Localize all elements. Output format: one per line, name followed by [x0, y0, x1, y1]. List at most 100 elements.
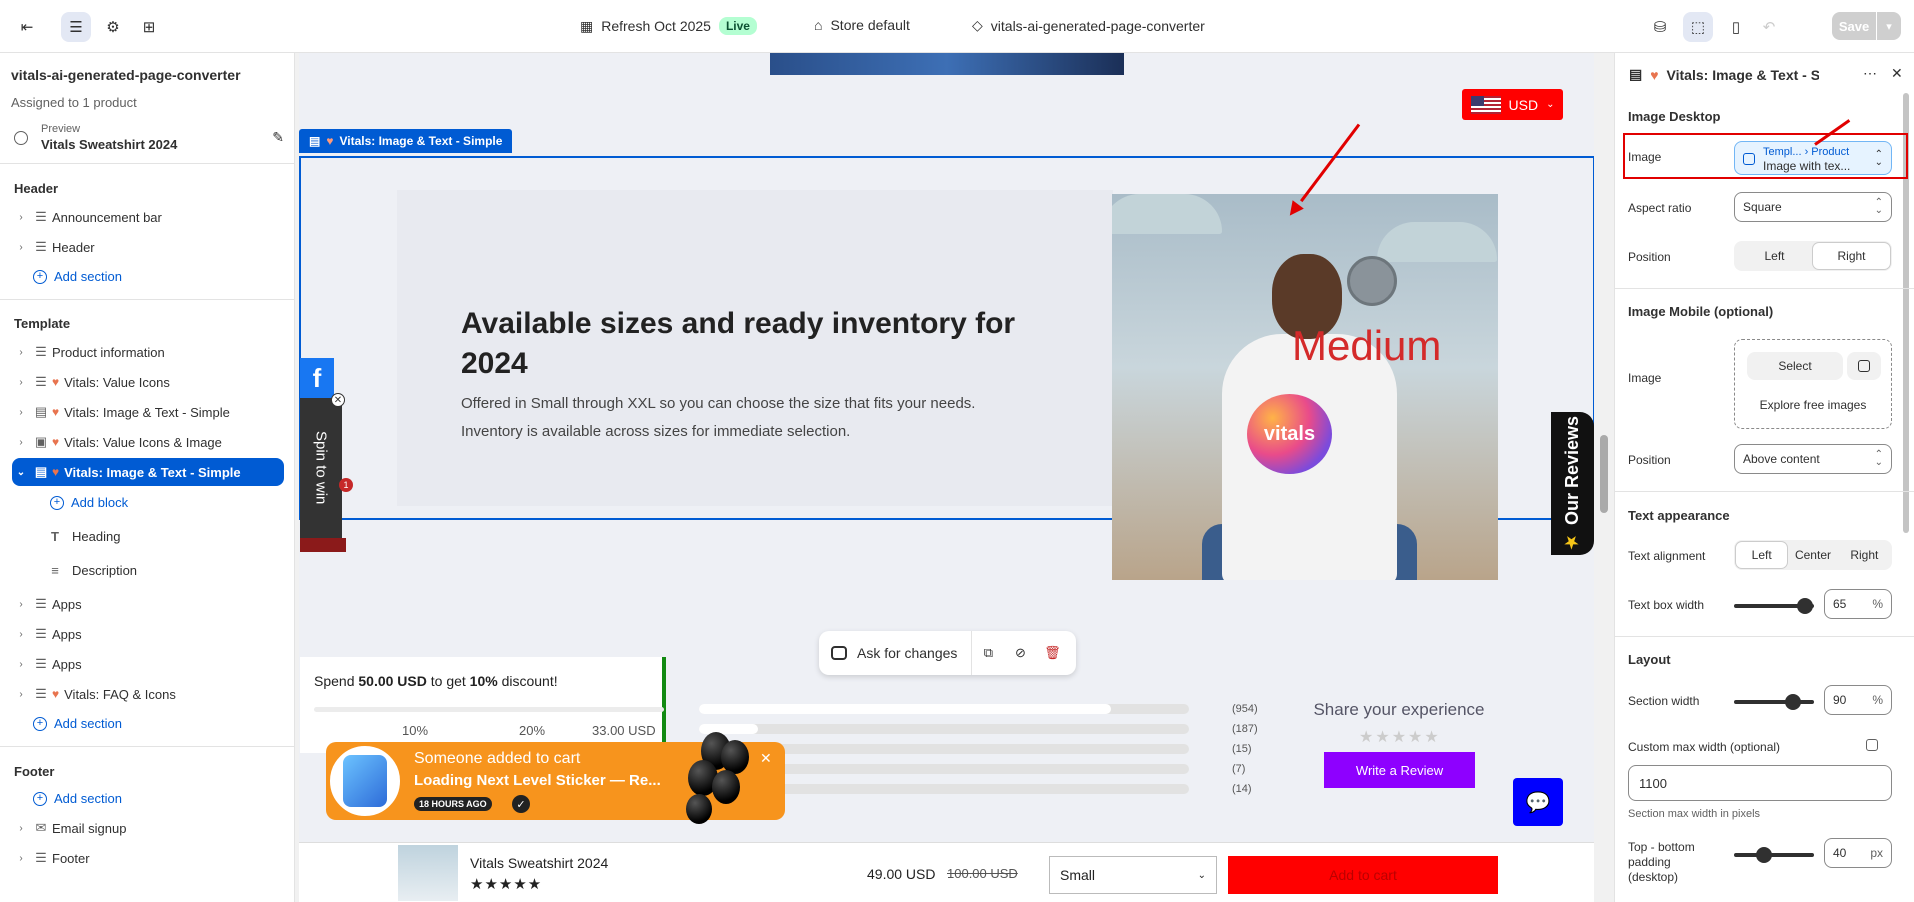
chevron-right-icon[interactable]: › — [12, 689, 30, 700]
explore-free-images-link[interactable]: Explore free images — [1735, 398, 1891, 412]
tree-item-vitals-value-icons-image[interactable]: › ▣ ♥ Vitals: Value Icons & Image — [12, 428, 284, 456]
close-icon[interactable]: ✕ — [760, 750, 772, 767]
chevron-right-icon[interactable]: › — [12, 823, 30, 834]
preview-canvas[interactable]: USD ⌄ ▤ ♥ Vitals: Image & Text - Simple … — [299, 53, 1594, 902]
chevron-right-icon[interactable]: › — [12, 853, 30, 864]
dynamic-source-button[interactable] — [1847, 352, 1881, 380]
tree-item-label: Email signup — [52, 820, 127, 836]
chevron-right-icon[interactable]: › — [12, 599, 30, 610]
tree-item-vitals-image-text-selected[interactable]: ⌄ ▤ ♥ Vitals: Image & Text - Simple — [12, 458, 284, 486]
add-section-template[interactable]: + Add section — [33, 716, 122, 731]
delete-icon[interactable]: 🗑 — [1036, 645, 1068, 661]
tree-item-product-information[interactable]: › ☰ Product information — [12, 338, 284, 366]
custom-max-width-help: Section max width in pixels — [1628, 808, 1761, 820]
section-heading[interactable]: Available sizes and ready inventory for … — [461, 304, 1021, 384]
tree-item-apps[interactable]: › ☰ Apps — [12, 650, 284, 678]
tree-item-email-signup[interactable]: › ✉ Email signup — [12, 814, 284, 842]
hide-icon[interactable]: ⊘ — [1004, 645, 1036, 661]
block-description[interactable]: ≡ Description — [48, 563, 137, 578]
heart-icon: ♥ — [326, 134, 334, 148]
tree-item-header[interactable]: › ☰ Header — [12, 233, 284, 261]
padding-slider[interactable] — [1734, 847, 1814, 863]
tag-icon: ◇ — [972, 17, 983, 33]
align-right[interactable]: Right — [1839, 542, 1890, 568]
clock-shape — [1347, 256, 1397, 306]
our-reviews-tab[interactable]: ★ Our Reviews — [1551, 412, 1594, 555]
select-image-button[interactable]: Select — [1747, 352, 1843, 380]
chevron-right-icon[interactable]: › — [12, 377, 30, 388]
tree-item-announcement-bar[interactable]: › ☰ Announcement bar — [12, 203, 284, 231]
align-center[interactable]: Center — [1787, 542, 1838, 568]
tree-item-vitals-value-icons[interactable]: › ☰ ♥ Vitals: Value Icons — [12, 368, 284, 396]
add-section-footer[interactable]: + Add section — [33, 791, 122, 806]
chevron-right-icon[interactable]: › — [12, 659, 30, 670]
currency-selector[interactable]: USD ⌄ — [1462, 89, 1563, 120]
close-icon[interactable]: ✕ — [1891, 65, 1903, 82]
tree-item-apps[interactable]: › ☰ Apps — [12, 590, 284, 618]
close-icon[interactable]: ✕ — [331, 393, 345, 407]
chat-icon[interactable]: 💬 — [1513, 778, 1563, 826]
product-image-top — [770, 53, 1124, 75]
text-box-width-input[interactable]: 65 % — [1824, 589, 1892, 619]
aspect-ratio-select[interactable]: Square ⌃ ⌄ — [1734, 192, 1892, 222]
facebook-icon[interactable]: f — [300, 358, 334, 398]
position-left[interactable]: Left — [1736, 243, 1813, 269]
canvas-scrollbar-thumb[interactable] — [1600, 435, 1608, 513]
add-to-cart-button[interactable]: Add to cart — [1228, 856, 1498, 894]
ask-for-changes-button[interactable]: Ask for changes — [819, 631, 973, 675]
tree-item-vitals-image-text[interactable]: › ▤ ♥ Vitals: Image & Text - Simple — [12, 398, 284, 426]
slider-knob[interactable] — [1797, 598, 1813, 614]
mobile-position-select[interactable]: Above content ⌃ ⌄ — [1734, 444, 1892, 474]
theme-selector[interactable]: ▦ Refresh Oct 2025 Live — [580, 17, 757, 35]
save-button[interactable]: Save — [1832, 12, 1876, 40]
tree-item-apps[interactable]: › ☰ Apps — [12, 620, 284, 648]
size-select[interactable]: Small ⌄ — [1049, 856, 1217, 894]
more-icon[interactable]: ⋯ — [1863, 65, 1877, 82]
apps-icon[interactable]: ⊞ — [134, 12, 164, 42]
selected-section[interactable]: Available sizes and ready inventory for … — [299, 156, 1594, 580]
pencil-icon[interactable]: ✎ — [272, 129, 284, 146]
chevron-right-icon[interactable]: › — [12, 212, 30, 223]
preview-selector[interactable]: Preview Vitals Sweatshirt 2024 ✎ — [14, 121, 284, 161]
section-description[interactable]: Offered in Small through XXL so you can … — [461, 390, 1021, 446]
rating-stars-input[interactable]: ★★★★★ — [1359, 727, 1441, 747]
cart-toast[interactable]: Someone added to cart Loading Next Level… — [326, 732, 785, 824]
custom-max-width-input[interactable]: 1100 — [1628, 765, 1892, 801]
chevron-right-icon[interactable]: › — [12, 242, 30, 253]
add-block[interactable]: + Add block — [50, 495, 128, 510]
slider-knob[interactable] — [1785, 694, 1801, 710]
chevron-right-icon[interactable]: › — [12, 347, 30, 358]
chevron-down-icon[interactable]: ⌄ — [12, 467, 30, 478]
sections-icon[interactable]: ☰ — [61, 12, 91, 42]
block-heading[interactable]: T Heading — [48, 529, 120, 544]
inspector-icon[interactable]: ⬚ — [1683, 12, 1713, 42]
section-tag[interactable]: ▤ ♥ Vitals: Image & Text - Simple — [299, 129, 513, 153]
padding-input[interactable]: 40 px — [1824, 838, 1892, 868]
exit-icon[interactable]: ⇤ — [12, 12, 42, 42]
duplicate-icon[interactable]: ⧉ — [972, 645, 1004, 661]
rating-count: (15) — [1232, 743, 1252, 755]
chevron-right-icon[interactable]: › — [12, 437, 30, 448]
section-image[interactable]: vitals Medium — [1112, 194, 1498, 580]
section-width-slider[interactable] — [1734, 694, 1814, 710]
chevron-right-icon[interactable]: › — [12, 629, 30, 640]
store-selector[interactable]: ⌂ Store default — [814, 17, 910, 33]
position-right[interactable]: Right — [1813, 243, 1890, 269]
add-section-header[interactable]: + Add section — [33, 269, 122, 284]
undo-icon[interactable]: ↶ — [1756, 12, 1782, 42]
section-width-input[interactable]: 90 % — [1824, 685, 1892, 715]
tree-item-vitals-faq[interactable]: › ☰ ♥ Vitals: FAQ & Icons — [12, 680, 284, 708]
template-selector[interactable]: ◇ vitals-ai-generated-page-converter — [972, 17, 1205, 34]
spin-to-win-tab[interactable]: Spin to win — [300, 398, 342, 538]
chevron-right-icon[interactable]: › — [12, 407, 30, 418]
mobile-icon[interactable]: ▯ — [1721, 12, 1751, 42]
text-box-width-slider[interactable] — [1734, 598, 1814, 614]
gear-icon[interactable]: ⚙ — [98, 12, 128, 42]
align-left[interactable]: Left — [1736, 542, 1788, 568]
tree-item-footer[interactable]: › ☰ Footer — [12, 844, 284, 872]
save-dropdown-icon[interactable]: ▾ — [1877, 12, 1901, 40]
slider-knob[interactable] — [1756, 847, 1772, 863]
write-review-button[interactable]: Write a Review — [1324, 752, 1475, 788]
database-icon[interactable]: ⛁ — [1645, 12, 1675, 42]
database-icon[interactable] — [1866, 739, 1878, 751]
